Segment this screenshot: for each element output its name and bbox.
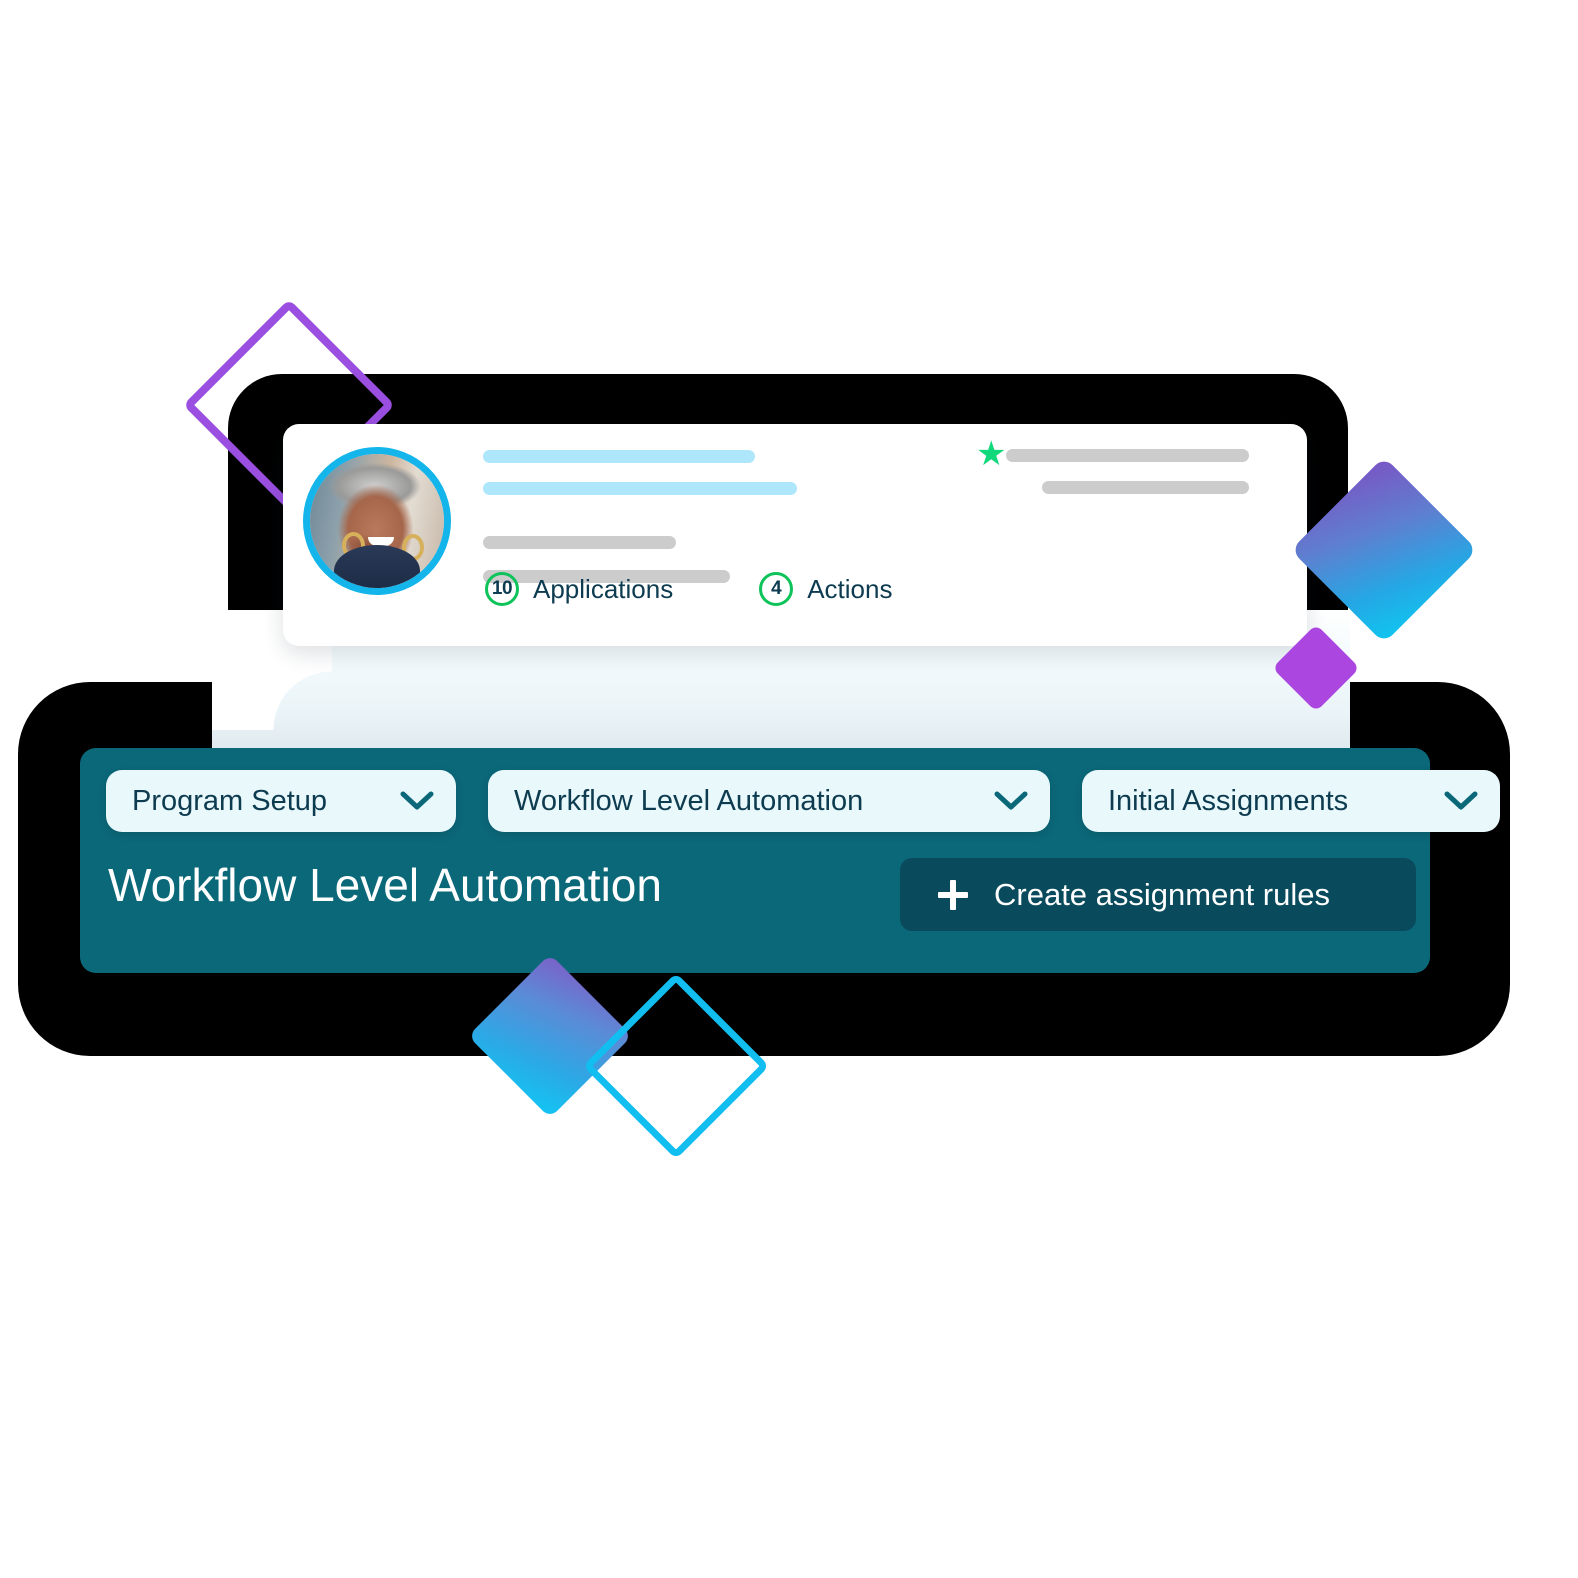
stat-actions: 4 Actions <box>759 572 892 606</box>
avatar-smile <box>367 537 394 547</box>
create-assignment-rules-label: Create assignment rules <box>994 876 1330 912</box>
skeleton-bar <box>483 482 797 495</box>
dropdown-initial-assignments[interactable]: Initial Assignments <box>1082 770 1500 832</box>
workflow-panel: Program Setup Workflow Level Automation … <box>80 748 1500 973</box>
breadcrumb-dropdown-row: Program Setup Workflow Level Automation … <box>106 770 1500 832</box>
page-title: Workflow Level Automation <box>108 859 662 911</box>
chevron-down-icon <box>1444 790 1478 812</box>
avatar-earring-right <box>402 534 425 562</box>
stat-actions-label: Actions <box>807 573 893 604</box>
skeleton-bar <box>1042 481 1249 494</box>
dropdown-workflow-level-automation[interactable]: Workflow Level Automation <box>488 770 1050 832</box>
chevron-down-icon <box>400 790 434 812</box>
dropdown-initial-assignments-label: Initial Assignments <box>1108 784 1349 817</box>
create-assignment-rules-button[interactable]: Create assignment rules <box>900 858 1416 931</box>
plus-icon <box>938 879 968 910</box>
profile-card: ★ 10 Applications 4 Actions <box>283 424 1307 646</box>
dropdown-program-setup-label: Program Setup <box>132 784 328 817</box>
stat-applications-count: 10 <box>485 572 519 606</box>
dropdown-workflow-level-automation-label: Workflow Level Automation <box>514 784 864 817</box>
avatar <box>303 447 451 595</box>
skeleton-bar <box>483 536 676 549</box>
skeleton-bar <box>483 450 755 463</box>
skeleton-bar <box>1006 449 1249 462</box>
stat-actions-count: 4 <box>759 572 794 606</box>
avatar-photo <box>310 454 444 588</box>
avatar-earring-left <box>342 531 366 559</box>
illustration-stage: ★ 10 Applications 4 Actions Program Setu… <box>0 0 1578 1578</box>
star-icon: ★ <box>976 435 1007 473</box>
stat-applications: 10 Applications <box>485 572 673 606</box>
dropdown-program-setup[interactable]: Program Setup <box>106 770 456 832</box>
stat-applications-label: Applications <box>533 573 674 604</box>
chevron-down-icon <box>994 790 1028 812</box>
profile-stats-row: 10 Applications 4 Actions <box>485 572 892 606</box>
